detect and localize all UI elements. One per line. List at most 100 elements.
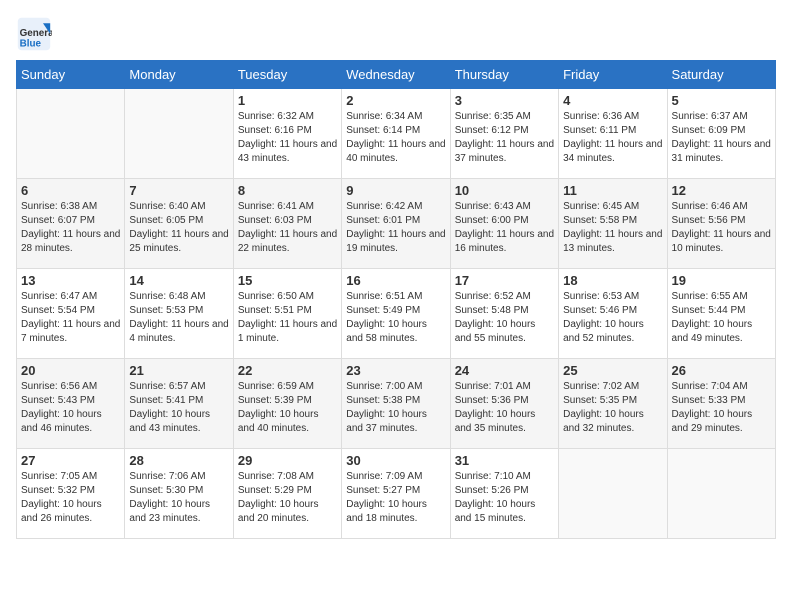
calendar-cell: 30 Sunrise: 7:09 AM Sunset: 5:27 PM Dayli…	[342, 449, 450, 539]
day-info: Sunrise: 6:52 AM Sunset: 5:48 PM Dayligh…	[455, 290, 554, 346]
calendar-cell: 23 Sunrise: 7:00 AM Sunset: 5:38 PM Dayli…	[342, 359, 450, 449]
day-number: 8	[238, 183, 337, 198]
calendar-cell	[125, 89, 233, 179]
day-info: Sunrise: 7:02 AM Sunset: 5:35 PM Dayligh…	[563, 380, 662, 436]
day-info: Sunrise: 7:10 AM Sunset: 5:26 PM Dayligh…	[455, 470, 554, 526]
calendar-cell: 21 Sunrise: 6:57 AM Sunset: 5:41 PM Dayli…	[125, 359, 233, 449]
calendar-cell: 28 Sunrise: 7:06 AM Sunset: 5:30 PM Dayli…	[125, 449, 233, 539]
calendar-cell: 20 Sunrise: 6:56 AM Sunset: 5:43 PM Dayli…	[17, 359, 125, 449]
calendar-cell: 29Sunrise: 7:08 AM Sunset: 5:29 PM Dayli…	[233, 449, 341, 539]
day-number: 24	[455, 363, 554, 378]
day-number: 27	[21, 453, 120, 468]
day-number: 25	[563, 363, 662, 378]
calendar-week-2: 6 Sunrise: 6:38 AM Sunset: 6:07 PM Daylig…	[17, 179, 776, 269]
day-info: Sunrise: 7:06 AM Sunset: 5:30 PM Dayligh…	[129, 470, 228, 526]
day-number: 29	[238, 453, 337, 468]
day-number: 10	[455, 183, 554, 198]
day-number: 28	[129, 453, 228, 468]
calendar-week-4: 20 Sunrise: 6:56 AM Sunset: 5:43 PM Dayli…	[17, 359, 776, 449]
day-info: Sunrise: 6:53 AM Sunset: 5:46 PM Dayligh…	[563, 290, 662, 346]
day-info: Sunrise: 6:37 AM Sunset: 6:09 PM Dayligh…	[672, 110, 771, 166]
day-info: Sunrise: 6:57 AM Sunset: 5:41 PM Dayligh…	[129, 380, 228, 436]
day-number: 16	[346, 273, 445, 288]
day-number: 23	[346, 363, 445, 378]
day-number: 15	[238, 273, 337, 288]
day-number: 18	[563, 273, 662, 288]
calendar-cell: 22Sunrise: 6:59 AM Sunset: 5:39 PM Dayli…	[233, 359, 341, 449]
calendar-cell: 10 Sunrise: 6:43 AM Sunset: 6:00 PM Dayli…	[450, 179, 558, 269]
day-header-sunday: Sunday	[17, 61, 125, 89]
day-info: Sunrise: 6:55 AM Sunset: 5:44 PM Dayligh…	[672, 290, 771, 346]
day-info: Sunrise: 6:48 AM Sunset: 5:53 PM Dayligh…	[129, 290, 228, 346]
day-header-thursday: Thursday	[450, 61, 558, 89]
day-number: 11	[563, 183, 662, 198]
day-info: Sunrise: 6:47 AM Sunset: 5:54 PM Dayligh…	[21, 290, 120, 346]
day-number: 12	[672, 183, 771, 198]
day-info: Sunrise: 6:34 AM Sunset: 6:14 PM Dayligh…	[346, 110, 445, 166]
day-number: 2	[346, 93, 445, 108]
day-info: Sunrise: 6:46 AM Sunset: 5:56 PM Dayligh…	[672, 200, 771, 256]
day-number: 14	[129, 273, 228, 288]
day-number: 1	[238, 93, 337, 108]
calendar-cell: 1 Sunrise: 6:32 AM Sunset: 6:16 PM Daylig…	[233, 89, 341, 179]
day-number: 22	[238, 363, 337, 378]
logo-icon: General Blue	[16, 16, 52, 52]
calendar-week-3: 13 Sunrise: 6:47 AM Sunset: 5:54 PM Dayli…	[17, 269, 776, 359]
page-header: General Blue	[16, 16, 776, 52]
day-info: Sunrise: 6:41 AM Sunset: 6:03 PM Dayligh…	[238, 200, 337, 256]
day-info: Sunrise: 7:09 AM Sunset: 5:27 PM Dayligh…	[346, 470, 445, 526]
calendar-cell: 26 Sunrise: 7:04 AM Sunset: 5:33 PM Dayli…	[667, 359, 775, 449]
day-info: Sunrise: 6:36 AM Sunset: 6:11 PM Dayligh…	[563, 110, 662, 166]
day-number: 13	[21, 273, 120, 288]
day-number: 21	[129, 363, 228, 378]
day-number: 30	[346, 453, 445, 468]
day-info: Sunrise: 6:42 AM Sunset: 6:01 PM Dayligh…	[346, 200, 445, 256]
day-info: Sunrise: 7:00 AM Sunset: 5:38 PM Dayligh…	[346, 380, 445, 436]
day-header-friday: Friday	[559, 61, 667, 89]
day-number: 19	[672, 273, 771, 288]
calendar-cell: 31 Sunrise: 7:10 AM Sunset: 5:26 PM Dayli…	[450, 449, 558, 539]
calendar-cell: 24 Sunrise: 7:01 AM Sunset: 5:36 PM Dayli…	[450, 359, 558, 449]
calendar-cell: 6 Sunrise: 6:38 AM Sunset: 6:07 PM Daylig…	[17, 179, 125, 269]
day-number: 7	[129, 183, 228, 198]
svg-text:General: General	[20, 28, 52, 39]
day-header-wednesday: Wednesday	[342, 61, 450, 89]
day-number: 9	[346, 183, 445, 198]
day-info: Sunrise: 6:38 AM Sunset: 6:07 PM Dayligh…	[21, 200, 120, 256]
day-info: Sunrise: 6:32 AM Sunset: 6:16 PM Dayligh…	[238, 110, 337, 166]
calendar-cell: 14 Sunrise: 6:48 AM Sunset: 5:53 PM Dayli…	[125, 269, 233, 359]
calendar-cell: 5 Sunrise: 6:37 AM Sunset: 6:09 PM Daylig…	[667, 89, 775, 179]
calendar-week-5: 27Sunrise: 7:05 AM Sunset: 5:32 PM Dayli…	[17, 449, 776, 539]
calendar-cell: 9 Sunrise: 6:42 AM Sunset: 6:01 PM Daylig…	[342, 179, 450, 269]
calendar-body: 1 Sunrise: 6:32 AM Sunset: 6:16 PM Daylig…	[17, 89, 776, 539]
calendar-cell: 11Sunrise: 6:45 AM Sunset: 5:58 PM Dayli…	[559, 179, 667, 269]
day-number: 17	[455, 273, 554, 288]
svg-text:Blue: Blue	[20, 39, 42, 50]
day-info: Sunrise: 6:56 AM Sunset: 5:43 PM Dayligh…	[21, 380, 120, 436]
day-number: 6	[21, 183, 120, 198]
logo: General Blue	[16, 16, 54, 52]
day-info: Sunrise: 7:01 AM Sunset: 5:36 PM Dayligh…	[455, 380, 554, 436]
calendar-cell: 13 Sunrise: 6:47 AM Sunset: 5:54 PM Dayli…	[17, 269, 125, 359]
day-number: 4	[563, 93, 662, 108]
calendar-cell	[17, 89, 125, 179]
day-header-saturday: Saturday	[667, 61, 775, 89]
day-header-monday: Monday	[125, 61, 233, 89]
calendar-cell: 4 Sunrise: 6:36 AM Sunset: 6:11 PM Daylig…	[559, 89, 667, 179]
calendar-table: SundayMondayTuesdayWednesdayThursdayFrid…	[16, 60, 776, 539]
calendar-cell: 2 Sunrise: 6:34 AM Sunset: 6:14 PM Daylig…	[342, 89, 450, 179]
day-number: 31	[455, 453, 554, 468]
calendar-cell: 7 Sunrise: 6:40 AM Sunset: 6:05 PM Daylig…	[125, 179, 233, 269]
calendar-cell: 15Sunrise: 6:50 AM Sunset: 5:51 PM Dayli…	[233, 269, 341, 359]
calendar-cell: 17 Sunrise: 6:52 AM Sunset: 5:48 PM Dayli…	[450, 269, 558, 359]
day-info: Sunrise: 6:40 AM Sunset: 6:05 PM Dayligh…	[129, 200, 228, 256]
day-number: 26	[672, 363, 771, 378]
day-number: 3	[455, 93, 554, 108]
calendar-cell	[667, 449, 775, 539]
day-info: Sunrise: 7:04 AM Sunset: 5:33 PM Dayligh…	[672, 380, 771, 436]
day-info: Sunrise: 6:43 AM Sunset: 6:00 PM Dayligh…	[455, 200, 554, 256]
calendar-cell: 25 Sunrise: 7:02 AM Sunset: 5:35 PM Dayli…	[559, 359, 667, 449]
day-number: 5	[672, 93, 771, 108]
day-number: 20	[21, 363, 120, 378]
calendar-cell: 16Sunrise: 6:51 AM Sunset: 5:49 PM Dayli…	[342, 269, 450, 359]
